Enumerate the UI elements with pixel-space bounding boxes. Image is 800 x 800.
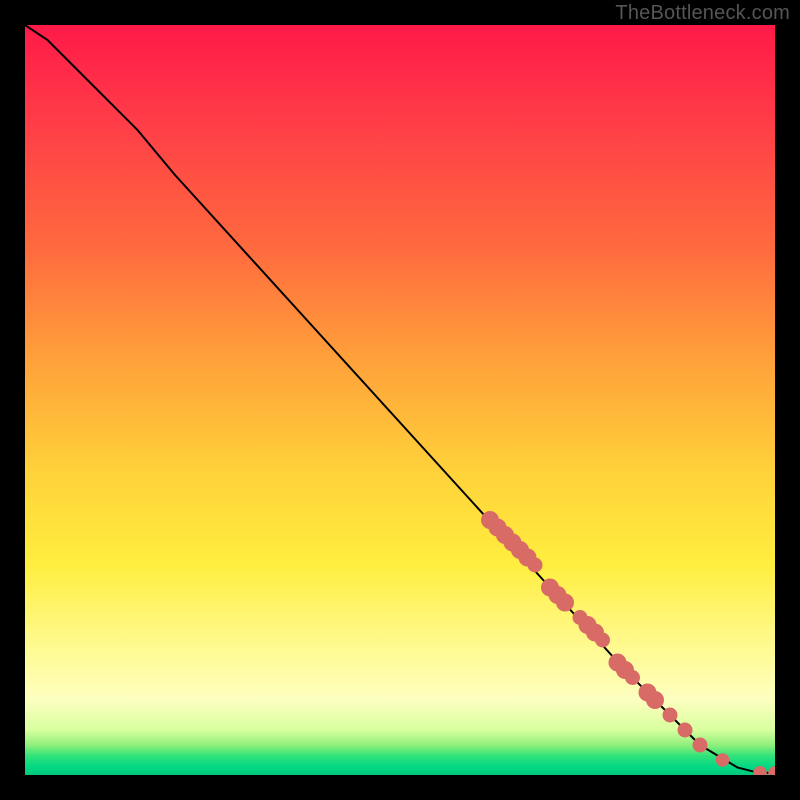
marker-point	[663, 708, 678, 723]
marker-point	[646, 691, 664, 709]
marker-point	[693, 738, 708, 753]
marker-point	[595, 633, 610, 648]
marker-point	[556, 594, 574, 612]
plot-area	[25, 25, 775, 775]
marker-point	[625, 670, 640, 685]
watermark-text: TheBottleneck.com	[615, 2, 790, 25]
marker-point	[528, 558, 543, 573]
marker-point	[753, 766, 767, 775]
bottleneck-curve	[25, 25, 775, 773]
chart-frame: TheBottleneck.com	[0, 0, 800, 800]
marker-point	[678, 723, 693, 738]
chart-svg	[25, 25, 775, 775]
highlighted-markers	[481, 511, 775, 775]
marker-point	[768, 766, 775, 775]
marker-point	[716, 753, 730, 767]
